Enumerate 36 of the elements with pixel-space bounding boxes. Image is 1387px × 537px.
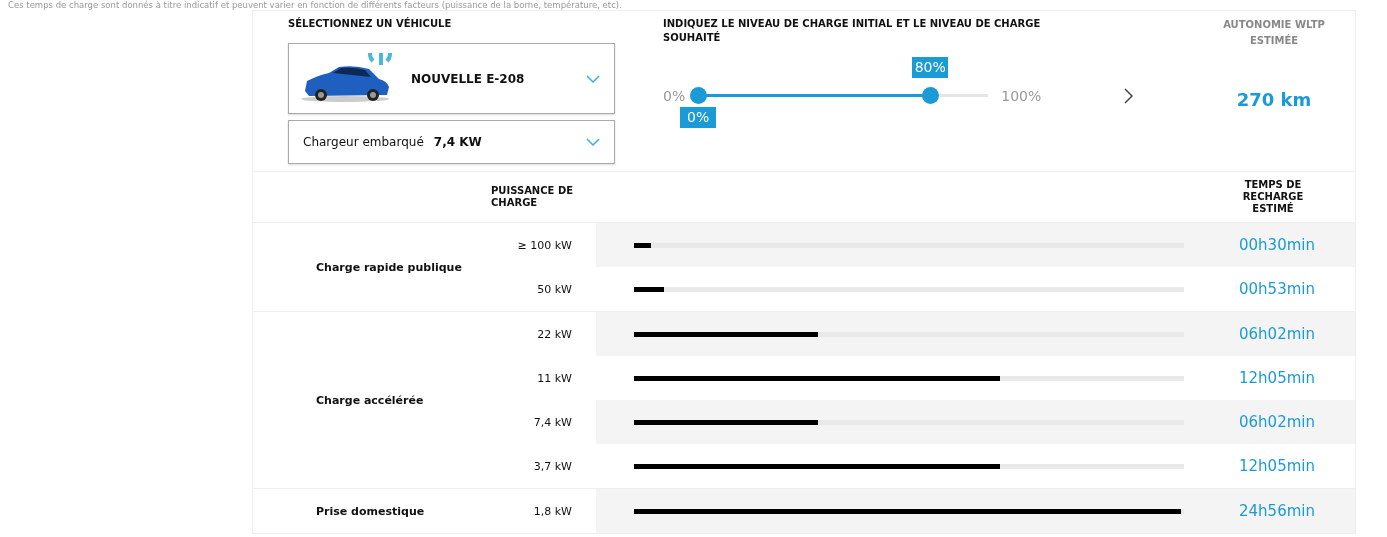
vehicle-dropdown[interactable]: NOUVELLE E-208	[288, 43, 615, 114]
power-cell-text: 50 kW	[536, 281, 573, 298]
power-cell-text: 3,7 kW	[532, 458, 573, 475]
slider-value-tooltip: 0%	[680, 107, 717, 128]
range-heading: AUTONOMIE WLTP ESTIMÉE	[1222, 18, 1326, 48]
slider-value-tooltip: 80%	[912, 57, 949, 78]
category-label: Charge rapide publique	[316, 260, 462, 274]
column-header: TEMPS DE RECHARGE ESTIMÉ	[1241, 179, 1305, 215]
power-cell-text: 22 kW	[536, 326, 573, 343]
car-icon	[299, 52, 395, 105]
charge-time: 12h05min	[1239, 369, 1315, 387]
chevron-down-icon	[586, 138, 600, 146]
chevron-down-icon	[586, 74, 600, 83]
range-value: 270 km	[1235, 89, 1313, 110]
power-cell-text: ≥ 100 kW	[516, 237, 573, 254]
charge-time: 00h53min	[1239, 280, 1315, 298]
slider-max-label: 100%	[1001, 87, 1042, 104]
category-label: Prise domestique	[316, 504, 425, 518]
category-label: Charge accélérée	[316, 393, 424, 407]
column-header: PUISSANCE DE CHARGE	[491, 185, 575, 209]
disclaimer-text: Ces temps de charge sont donnés à titre indicatif et peuvent varier en fonction de différents facteurs (puissance de la borne, température, etc).	[7, 0, 623, 10]
slider-min-label: 0%	[663, 87, 686, 104]
power-cell-text: 11 kW	[536, 370, 573, 387]
charge-time: 12h05min	[1239, 457, 1315, 475]
charger-dropdown[interactable]: Chargeur embarqué 7,4 KW	[288, 120, 615, 164]
section-heading: SÉLECTIONNEZ UN VÉHICULE	[288, 17, 453, 31]
charge-time: 00h30min	[1239, 236, 1315, 254]
charge-time: 06h02min	[1239, 325, 1315, 343]
section-heading: INDIQUEZ LE NIVEAU DE CHARGE INITIAL ET LE NIVEAU DE CHARGE SOUHAITÉ	[663, 17, 1042, 45]
chevron-right-icon[interactable]	[1123, 88, 1133, 104]
power-cell-text: 1,8 kW	[532, 503, 573, 520]
power-cell-text: 7,4 kW	[532, 414, 573, 431]
charge-time: 24h56min	[1239, 502, 1315, 520]
charge-time: 06h02min	[1239, 413, 1315, 431]
slider-thumb[interactable]	[690, 87, 708, 104]
slider-thumb[interactable]	[922, 87, 940, 104]
